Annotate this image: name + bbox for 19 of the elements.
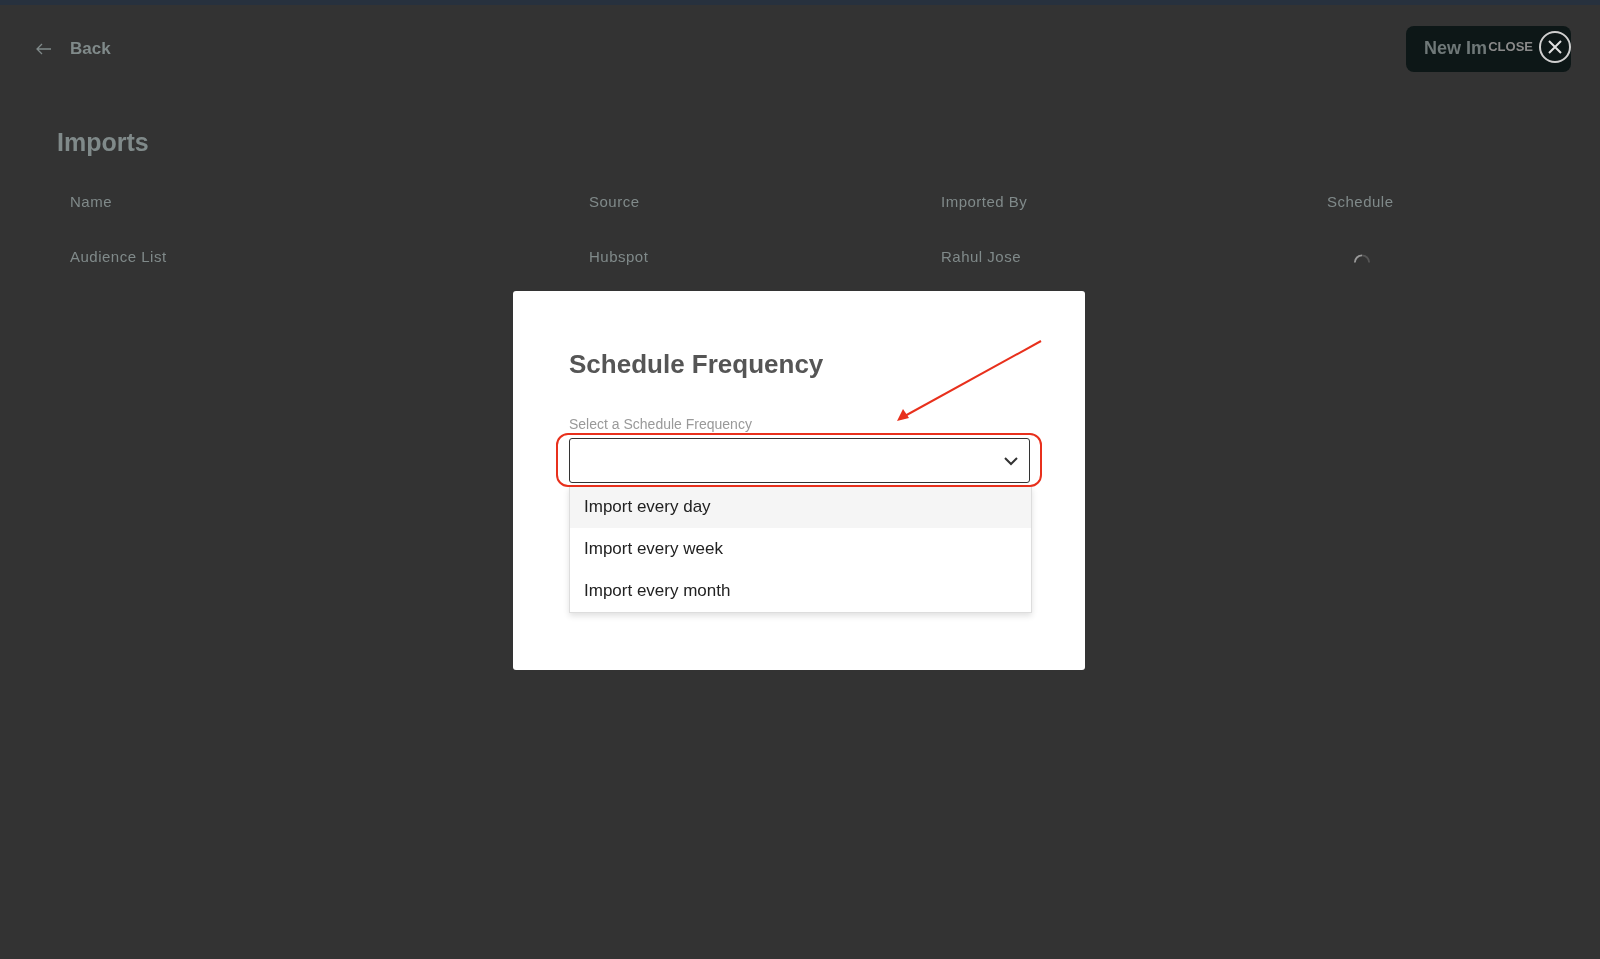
table-cell-text: Audience List bbox=[70, 247, 168, 267]
close-button[interactable]: CLOSE bbox=[1488, 30, 1571, 63]
dropdown-option[interactable]: Import every day bbox=[570, 486, 1031, 528]
field-label: Select a Schedule Frequency bbox=[569, 416, 753, 432]
modal-title: Schedule Frequency bbox=[569, 349, 824, 380]
frequency-select[interactable] bbox=[569, 438, 1030, 483]
dropdown-option[interactable]: Import every month bbox=[570, 570, 1031, 612]
page-title: Imports bbox=[57, 128, 149, 157]
column-header: Schedule bbox=[1327, 192, 1395, 212]
column-header: Imported By bbox=[941, 192, 1029, 212]
table-cell-text: Hubspot bbox=[589, 247, 650, 267]
back-link[interactable]: Back bbox=[36, 38, 111, 59]
column-header: Name bbox=[70, 192, 113, 212]
close-icon bbox=[1539, 30, 1571, 63]
arrow-left-icon bbox=[36, 42, 52, 55]
chevron-down-icon bbox=[1003, 455, 1019, 466]
table-cell-text: Rahul Jose bbox=[941, 247, 1023, 267]
dropdown-option[interactable]: Import every week bbox=[570, 528, 1031, 570]
column-header: Source bbox=[589, 192, 641, 212]
